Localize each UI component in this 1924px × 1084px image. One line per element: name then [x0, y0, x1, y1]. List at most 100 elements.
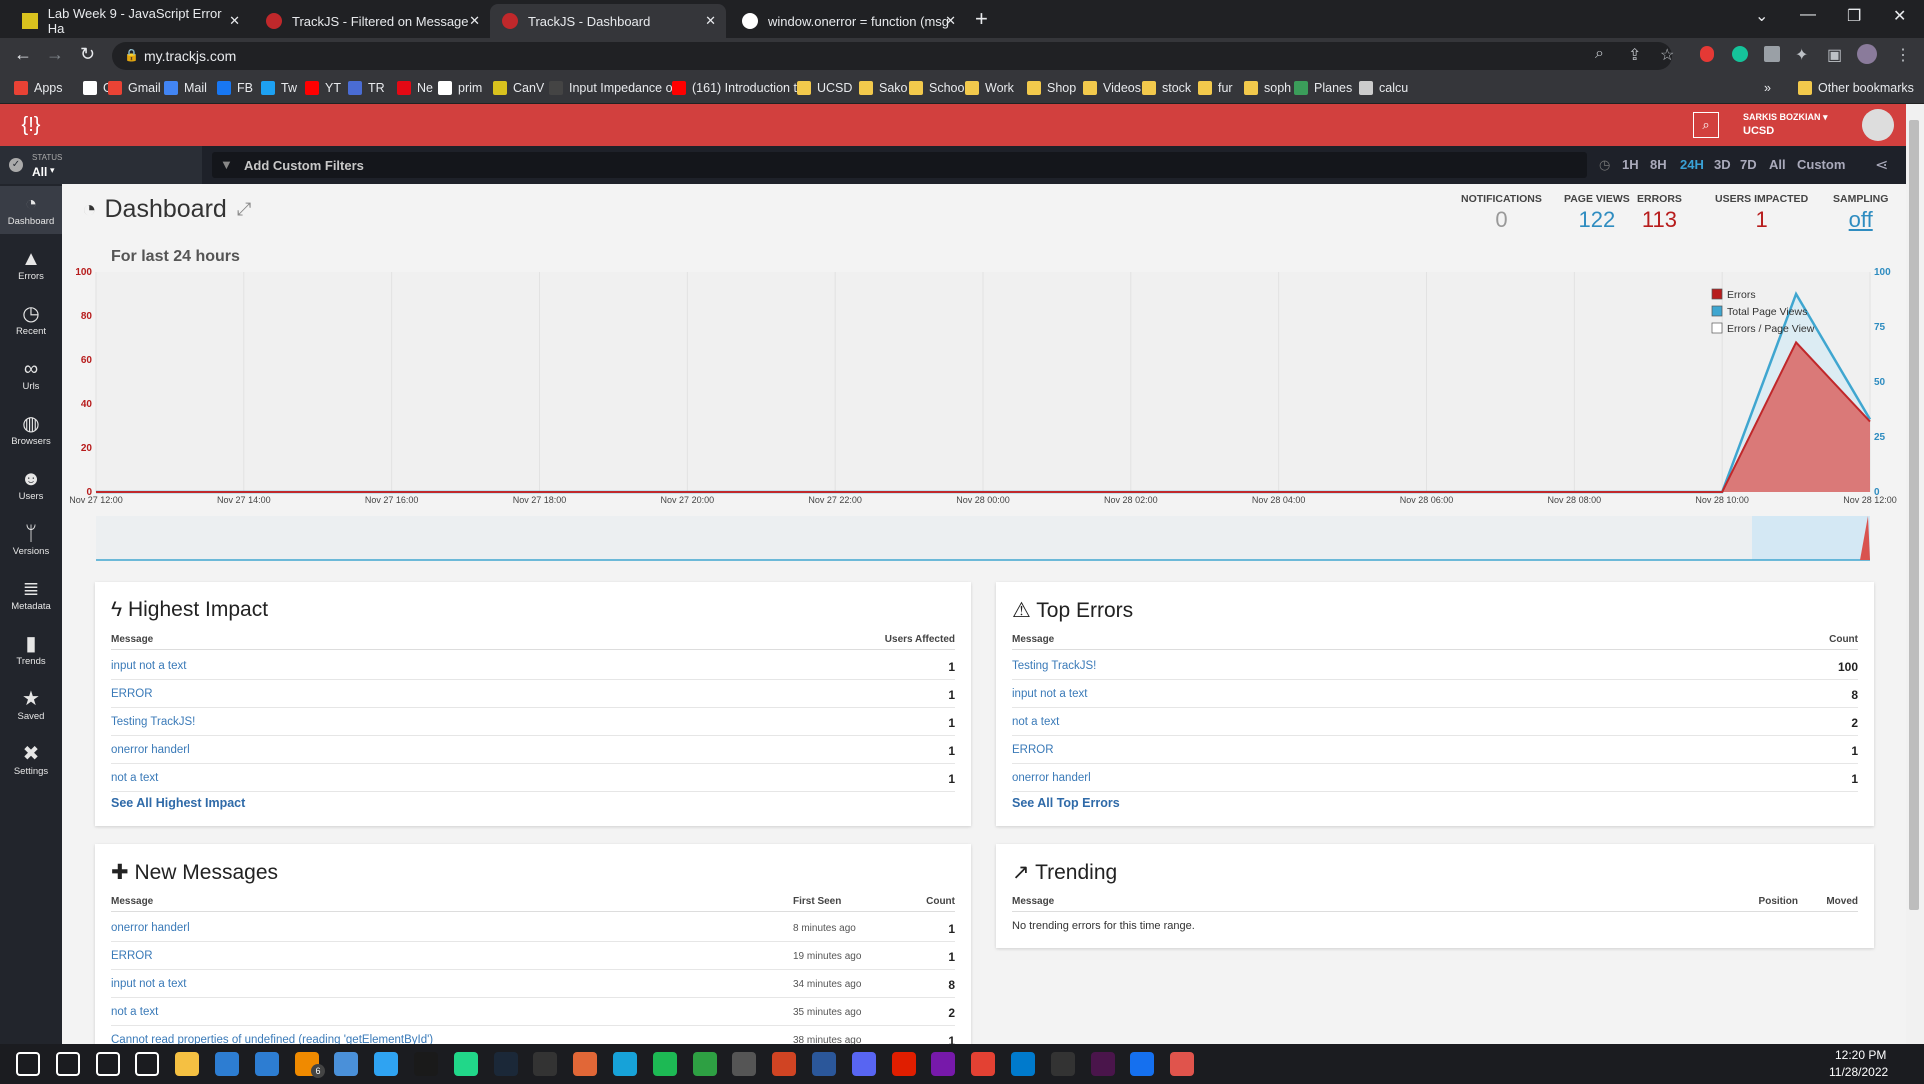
table-row[interactable]: not a text 1	[111, 764, 955, 792]
message-link[interactable]: Testing TrackJS!	[1012, 660, 1096, 672]
photoshop-icon[interactable]	[374, 1052, 399, 1076]
time-range-8h[interactable]: 8H	[1650, 157, 1667, 172]
grammarly-icon[interactable]	[1732, 46, 1748, 62]
time-range-1h[interactable]: 1H	[1622, 157, 1639, 172]
table-row[interactable]: Testing TrackJS! 1	[111, 708, 955, 736]
chrome-icon[interactable]	[971, 1052, 996, 1076]
search-icon[interactable]	[55, 1052, 80, 1076]
settings-icon[interactable]	[135, 1052, 160, 1076]
sidebar-item-metadata[interactable]: ≣ Metadata	[0, 571, 62, 619]
task-view-icon[interactable]	[95, 1052, 120, 1076]
restore-icon[interactable]: ❐	[1847, 6, 1861, 26]
bookmark-item[interactable]: Sako	[859, 81, 908, 95]
expand-icon[interactable]: ⤢	[237, 199, 251, 220]
browser-tab-active[interactable]: TrackJS - Dashboard ✕	[490, 4, 726, 38]
other-bookmarks[interactable]: Other bookmarks	[1798, 81, 1914, 95]
webstorm-icon[interactable]	[414, 1052, 438, 1076]
github-icon[interactable]	[1050, 1052, 1075, 1076]
time-range-7d[interactable]: 7D	[1740, 157, 1757, 172]
taskbar-date[interactable]: 11/28/2022	[1829, 1065, 1888, 1079]
share-icon[interactable]: ⋖	[1875, 155, 1888, 175]
paint-icon[interactable]	[1170, 1052, 1195, 1076]
bookmark-item[interactable]: Mail	[164, 81, 207, 95]
time-range-all[interactable]: All	[1769, 157, 1786, 172]
extension-icon[interactable]	[1700, 46, 1714, 62]
bookmark-item[interactable]: Planes	[1294, 81, 1352, 95]
table-row[interactable]: input not a text 8	[1012, 680, 1858, 708]
bookmark-item[interactable]: stock	[1142, 81, 1191, 95]
time-range-custom[interactable]: Custom	[1797, 157, 1845, 172]
steam-icon[interactable]	[493, 1052, 518, 1076]
errors-chart[interactable]: Nov 27 12:00 Nov 27 14:00 Nov 27 16:00 Nov …	[62, 260, 1906, 562]
tab-search-icon[interactable]: ⌄	[1755, 6, 1768, 26]
bookmark-item[interactable]: Ne	[397, 81, 433, 95]
reload-icon[interactable]: ↻	[80, 44, 95, 65]
custom-filters-input[interactable]: ▼ Add Custom Filters	[212, 152, 1587, 178]
address-bar[interactable]: 🔒 my.trackjs.com	[112, 42, 1672, 70]
table-row[interactable]: not a text 2	[1012, 708, 1858, 736]
more-bookmarks-icon[interactable]: »	[1764, 81, 1771, 95]
status-filter[interactable]: ✓ STATUS All ▾	[0, 146, 202, 184]
vscode-icon[interactable]	[1011, 1052, 1035, 1076]
bookmark-item[interactable]: TR	[348, 81, 385, 95]
bookmark-item[interactable]: School	[909, 81, 967, 95]
sidebar-item-users[interactable]: ☻ Users	[0, 461, 62, 509]
message-link[interactable]: not a text	[111, 772, 158, 784]
bookmark-item[interactable]: soph	[1244, 81, 1291, 95]
tinkercad-icon[interactable]	[613, 1052, 637, 1076]
close-tab-icon[interactable]: ✕	[945, 13, 956, 29]
sidebar-item-versions[interactable]: ᛘ Versions	[0, 516, 62, 564]
legend-label[interactable]: Errors	[1727, 289, 1756, 301]
table-row[interactable]: onerror handerl 1	[111, 736, 955, 764]
bookmark-item[interactable]: Apps	[14, 81, 63, 95]
trackjs-logo-icon[interactable]: {!}	[0, 104, 62, 146]
bookmark-item[interactable]: Tw	[261, 81, 297, 95]
message-link[interactable]: onerror handerl	[1012, 772, 1091, 784]
share-icon[interactable]: ⇪	[1628, 45, 1641, 65]
message-link[interactable]: input not a text	[1012, 688, 1087, 700]
message-link[interactable]: ERROR	[1012, 744, 1054, 756]
org-name[interactable]: UCSD	[1743, 125, 1774, 137]
sidebar-item-browsers[interactable]: ◍ Browsers	[0, 406, 62, 454]
see-all-highest-impact-link[interactable]: See All Highest Impact	[111, 796, 245, 810]
close-tab-icon[interactable]: ✕	[229, 13, 240, 29]
table-row[interactable]: input not a text 1	[111, 652, 955, 680]
scrollbar-thumb[interactable]	[1909, 120, 1919, 910]
bookmark-item[interactable]: FB	[217, 81, 253, 95]
word-icon[interactable]	[812, 1052, 836, 1076]
file-explorer-icon[interactable]	[175, 1052, 200, 1076]
bookmark-item[interactable]: UCSD	[797, 81, 852, 95]
menu-kebab-icon[interactable]: ⋮	[1895, 45, 1911, 65]
table-row[interactable]: onerror handerl 1	[1012, 764, 1858, 792]
sidebar-item-saved[interactable]: ★ Saved	[0, 681, 62, 729]
onenote-icon[interactable]	[931, 1052, 956, 1076]
table-row[interactable]: ERROR 19 minutes ago 1	[111, 942, 955, 970]
taskbar-time[interactable]: 12:20 PM	[1835, 1048, 1886, 1062]
bookmark-item[interactable]: Shop	[1027, 81, 1076, 95]
bookmark-item[interactable]: Work	[965, 81, 1014, 95]
close-tab-icon[interactable]: ✕	[469, 13, 480, 29]
bookmark-star-icon[interactable]: ☆	[1660, 45, 1674, 65]
search-icon[interactable]: ⌕	[1693, 112, 1719, 138]
profile-avatar[interactable]	[1857, 44, 1877, 64]
bookmark-item[interactable]: prim	[438, 81, 482, 95]
bookmark-item[interactable]: CanV	[493, 81, 544, 95]
time-range-24h[interactable]: 24H	[1680, 157, 1704, 172]
message-link[interactable]: onerror handerl	[111, 744, 190, 756]
zoom-icon[interactable]: ⌕	[1595, 45, 1604, 63]
clion-icon[interactable]	[453, 1052, 478, 1076]
sidebar-item-errors[interactable]: ▲ Errors	[0, 241, 62, 289]
bookmark-item[interactable]: (161) Introduction t...	[672, 81, 807, 95]
table-row[interactable]: Testing TrackJS! 100	[1012, 652, 1858, 680]
windows-start-icon[interactable]	[16, 1052, 40, 1076]
slack-icon[interactable]	[1090, 1052, 1115, 1076]
navigator-selection[interactable]	[1752, 516, 1870, 560]
sidebar-item-urls[interactable]: ∞ Urls	[0, 351, 62, 399]
table-row[interactable]: input not a text 34 minutes ago 8	[111, 970, 955, 998]
chart-navigator[interactable]	[96, 516, 1870, 560]
table-row[interactable]: onerror handerl 8 minutes ago 1	[111, 914, 955, 942]
message-link[interactable]: Testing TrackJS!	[111, 716, 195, 728]
store-icon[interactable]	[215, 1052, 239, 1076]
avatar[interactable]	[1862, 109, 1894, 141]
browser-tab[interactable]: window.onerror = function (msg ✕	[730, 4, 966, 38]
